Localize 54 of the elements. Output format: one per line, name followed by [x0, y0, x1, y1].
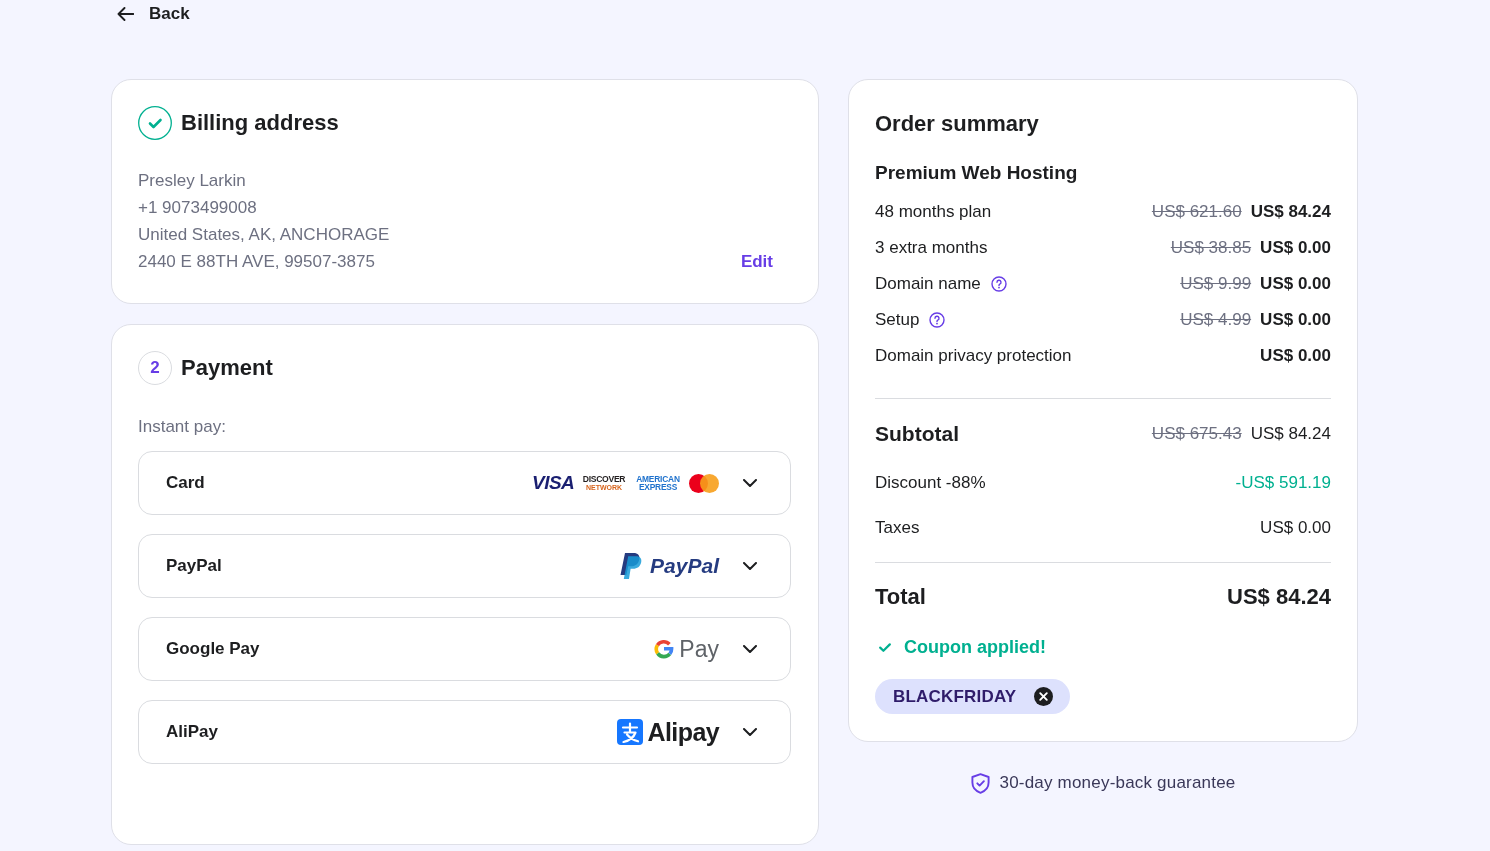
help-icon[interactable]: [929, 312, 946, 328]
discount-amount: -US$ 591.19: [1235, 473, 1331, 493]
multicolor-g-icon: [654, 639, 675, 659]
summary-title: Order summary: [875, 110, 1040, 138]
price: US$ 0.00: [1260, 346, 1331, 366]
line-item-label: 48 months plan: [875, 202, 992, 222]
card-logo: VISA: [532, 472, 575, 494]
shield-check-icon: [970, 772, 990, 794]
taxes-label: Taxes: [875, 518, 920, 538]
original-price: US$ 38.85: [1170, 238, 1252, 258]
character-tile-icon: [616, 719, 643, 745]
card-logo: AMERICAN EXPRESS: [635, 474, 681, 492]
address-line: United States, AK, ANCHORAGE: [138, 224, 391, 246]
discount-label: Discount -88%: [875, 473, 986, 493]
line-item-label: Domain name: [875, 274, 981, 294]
help-icon[interactable]: [990, 276, 1007, 292]
section-title: Payment: [181, 354, 273, 382]
price: US$ 0.00: [1260, 310, 1331, 330]
close-icon[interactable]: [1034, 687, 1054, 706]
address-line: Presley Larkin: [138, 170, 247, 192]
p-mark-icon: [620, 553, 643, 579]
address-line: 2440 E 88TH AVE, 99507-3875: [138, 251, 376, 273]
line-item-label: 3 extra months: [875, 238, 988, 258]
guarantee-text: 30-day money-back guarantee: [999, 773, 1236, 793]
section-title: Billing address: [181, 109, 339, 137]
instant-pay-label: Instant pay:: [138, 417, 227, 437]
total-amount: US$ 84.24: [1227, 584, 1331, 610]
line-item-label: Setup: [875, 310, 920, 330]
original-price: US$ 4.99: [1180, 310, 1252, 330]
price: US$ 0.00: [1260, 274, 1331, 294]
original-price: US$ 9.99: [1180, 274, 1252, 294]
back-link[interactable]: Back: [117, 4, 190, 24]
line-item-label: Domain privacy protection: [875, 346, 1072, 366]
wallet-logo-text: PayPal: [650, 554, 719, 578]
wallet-logo-text: Pay: [679, 635, 719, 663]
address-line: +1 9073499008: [138, 197, 258, 219]
original-price: US$ 621.60: [1151, 202, 1242, 222]
arrow-left-icon: [117, 7, 134, 21]
payment-method-option[interactable]: AliPay Alipay: [138, 700, 791, 764]
price: US$ 84.24: [1250, 202, 1331, 222]
taxes-amount: US$ 0.00: [1260, 518, 1331, 538]
coupon-code: BLACKFRIDAY: [893, 686, 1017, 707]
price: US$ 0.00: [1260, 238, 1331, 258]
product-name: Premium Web Hosting: [875, 161, 1079, 185]
coupon-status: Coupon applied!: [904, 636, 1046, 658]
wallet-logo-text: Alipay: [647, 717, 719, 747]
payment-method-option[interactable]: PayPal PayPal: [138, 534, 791, 598]
edit-link[interactable]: Edit: [740, 251, 773, 273]
overlapping-circles-icon: [689, 473, 719, 493]
total-label: Total: [875, 584, 926, 610]
subtotal-price: US$ 84.24: [1250, 424, 1331, 444]
subtotal-label: Subtotal: [875, 422, 959, 446]
payment-method-option[interactable]: Google Pay Pay: [138, 617, 791, 681]
original-price: US$ 675.43: [1151, 424, 1242, 444]
